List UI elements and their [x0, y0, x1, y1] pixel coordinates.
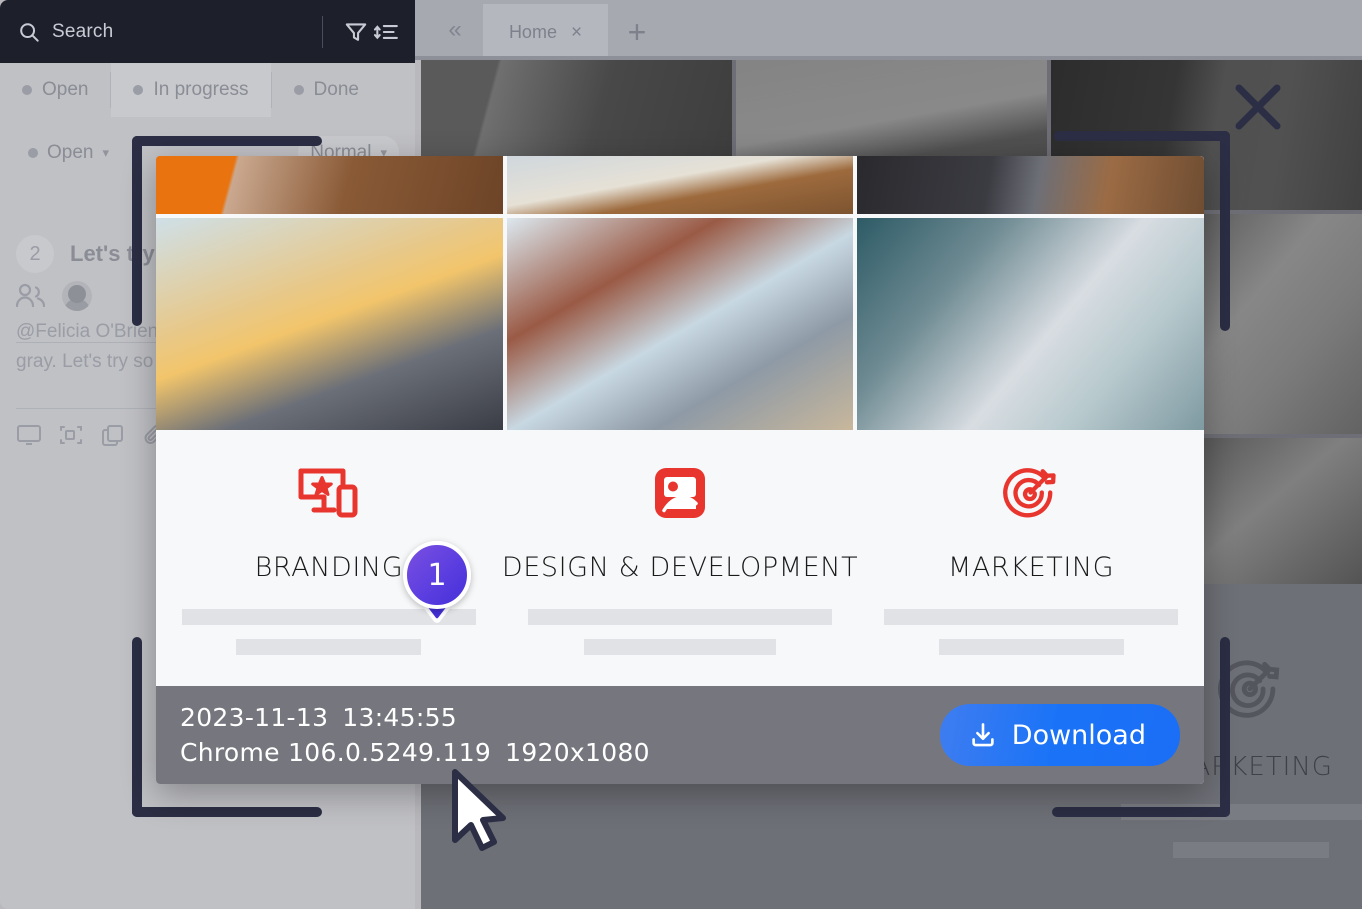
- status-tabs: Open In progress Done: [0, 63, 415, 117]
- background-placeholder-bar: [1173, 842, 1329, 858]
- screen-resolution: 1920x1080: [505, 738, 650, 767]
- service-placeholder-bars: [502, 609, 858, 655]
- crop-icon[interactable]: [58, 423, 84, 447]
- new-tab-button[interactable]: +: [615, 10, 659, 54]
- search-bar[interactable]: Search: [0, 0, 415, 63]
- chevron-down-icon: ▾: [102, 145, 110, 160]
- photo-suit-closeup[interactable]: [857, 156, 1204, 214]
- divider: [322, 15, 323, 48]
- status-tab-label: Open: [42, 79, 89, 100]
- task-body-line-2: gray. Let's try so: [16, 351, 154, 372]
- placeholder-bar: [527, 609, 833, 625]
- status-dropdown[interactable]: Open ▾: [16, 136, 121, 170]
- photo-laptop-pencils[interactable]: [506, 156, 854, 214]
- download-icon: [968, 720, 998, 750]
- capture-metadata: 2023-11-13 13:45:55 Chrome 106.0.5249.119…: [180, 700, 650, 770]
- copy-icon[interactable]: [100, 423, 126, 447]
- status-tab-done[interactable]: Done: [272, 63, 381, 117]
- service-label: BRANDING: [254, 552, 404, 583]
- monitor-icon[interactable]: [16, 423, 42, 447]
- capture-date: 2023-11-13: [180, 703, 329, 732]
- avatar[interactable]: [62, 281, 92, 311]
- placeholder-bar: [584, 639, 776, 655]
- status-tab-label: Done: [313, 79, 359, 100]
- tab-label: Home: [508, 21, 557, 42]
- service-label: MARKETING: [947, 552, 1115, 583]
- plus-icon: +: [627, 14, 647, 50]
- people-icon[interactable]: [14, 281, 48, 311]
- capture-env-line: Chrome 106.0.5249.119 1920x1080: [180, 735, 650, 770]
- photo-highfive-meeting[interactable]: [506, 218, 854, 430]
- browser-tab-home[interactable]: Home ×: [483, 4, 608, 60]
- photo-desk-notebook[interactable]: [156, 156, 503, 214]
- pin-badge-number: 1: [403, 541, 471, 609]
- task-body-line-1: @Felicia O'Brien,: [16, 321, 164, 343]
- target-dart-icon: [1001, 464, 1061, 522]
- status-dot-icon: [133, 85, 144, 95]
- service-placeholder-bars: [156, 609, 502, 655]
- modal-services-row: BRANDING DESIGN & DEVELOPMENT MARKETING: [156, 434, 1204, 686]
- close-icon[interactable]: [1233, 82, 1283, 132]
- status-tab-open[interactable]: Open: [0, 63, 110, 117]
- status-tab-in-progress[interactable]: In progress: [111, 63, 271, 117]
- assignee-row: [14, 281, 92, 311]
- placeholder-bar: [884, 609, 1178, 625]
- browser-chrome: « Home × +: [415, 0, 1362, 60]
- service-placeholder-bars: [858, 609, 1204, 655]
- download-button-label: Download: [1011, 719, 1146, 751]
- comment-count-badge: 2: [16, 235, 54, 273]
- photo-woman-phone-desk[interactable]: [857, 218, 1204, 430]
- browser-underline: [415, 56, 1362, 60]
- status-tab-label: In progress: [153, 79, 249, 100]
- placeholder-bar: [938, 639, 1124, 655]
- status-dot-icon: [293, 85, 304, 95]
- annotation-pin-1[interactable]: 1: [403, 541, 471, 626]
- collapse-sidebar-button[interactable]: «: [435, 12, 475, 48]
- search-icon: [18, 21, 40, 43]
- filter-icon[interactable]: [343, 19, 369, 45]
- photo-two-women-office[interactable]: [156, 218, 503, 430]
- browser-version: Chrome 106.0.5249.119: [180, 738, 492, 767]
- sort-icon[interactable]: [373, 19, 399, 45]
- screenshot-preview-modal: BRANDING DESIGN & DEVELOPMENT MARKETING …: [156, 156, 1204, 784]
- screenshot-root: MARKETING « Home × + Open In progress Do…: [0, 0, 1362, 909]
- capture-time: 13:45:55: [342, 703, 457, 732]
- status-dot-icon: [22, 85, 32, 95]
- service-label: DESIGN & DEVELOPMENT: [501, 552, 859, 583]
- status-dropdown-value: Open: [47, 142, 94, 163]
- background-placeholder-bar: [1121, 804, 1362, 820]
- modal-photo-grid: [156, 156, 1204, 430]
- monitor-star-mobile-icon: [296, 464, 362, 522]
- modal-footer: 2023-11-13 13:45:55 Chrome 106.0.5249.119…: [156, 686, 1204, 784]
- status-dot-icon: [28, 148, 38, 158]
- placeholder-bar: [236, 639, 422, 655]
- image-placeholder-icon: [651, 464, 709, 522]
- capture-datetime-line: 2023-11-13 13:45:55: [180, 700, 650, 735]
- service-design-development: DESIGN & DEVELOPMENT: [502, 434, 858, 686]
- service-marketing: MARKETING: [858, 434, 1204, 686]
- close-icon[interactable]: ×: [571, 23, 582, 42]
- chevron-double-left-icon: «: [448, 16, 462, 43]
- download-button[interactable]: Download: [939, 704, 1180, 766]
- search-input[interactable]: Search: [52, 21, 318, 43]
